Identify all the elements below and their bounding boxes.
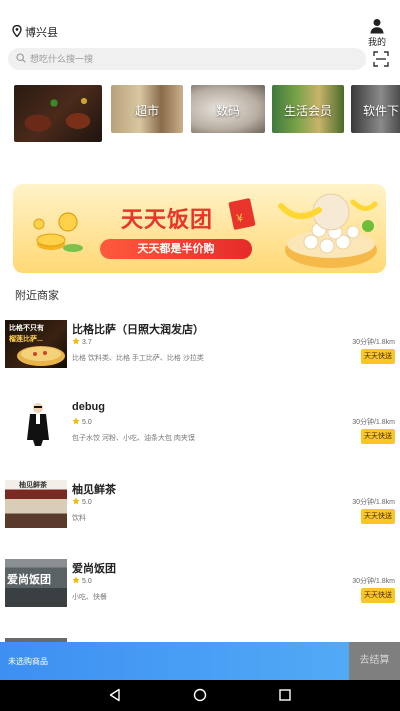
category-label: 生活会员 <box>283 104 332 118</box>
category-label: 软件下 <box>362 104 399 118</box>
mine-button[interactable]: 我的 <box>366 18 388 48</box>
promo-banner[interactable]: ¥ 天天饭团 天天都是半价购 <box>13 184 386 273</box>
search-input[interactable] <box>30 54 330 64</box>
top-bar: 博兴县 我的 <box>0 0 400 48</box>
merchant-tags: 包子水饺 河粉、小吃、油条大包 肉夹馍 <box>72 435 195 442</box>
mine-label: 我的 <box>367 37 386 47</box>
merchant-rating: 5.0 <box>72 576 92 586</box>
star-icon <box>72 576 80 586</box>
merchant-eta: 30分钟/1.8km <box>352 499 395 506</box>
merchant-name: 爱尚饭团 <box>72 563 116 575</box>
merchant-name: 柚见鲜茶 <box>72 484 116 496</box>
merchant-item[interactable]: 比格不只有 榴莲比萨... 比格比萨（日照大润发店） 3.7 比格 饮料类、比格… <box>0 320 400 382</box>
star-icon <box>72 417 80 427</box>
category-label: 超市 <box>134 104 159 118</box>
cart-status: 未选购商品 <box>8 657 48 666</box>
banner-subtitle: 天天都是半价购 <box>100 239 252 259</box>
scan-icon[interactable] <box>373 51 389 67</box>
recents-icon[interactable] <box>278 688 292 702</box>
merchant-tags: 小吃、快餐 <box>72 594 107 601</box>
merchant-rating: 5.0 <box>72 417 92 427</box>
merchant-tags: 比格 饮料类、比格 手工比萨、比格 沙拉类 <box>72 355 204 362</box>
search-icon <box>16 50 30 68</box>
merchant-name: 比格比萨（日照大润发店） <box>72 324 204 336</box>
search-bar[interactable] <box>8 48 366 70</box>
location-label: 博兴县 <box>25 27 58 39</box>
merchant-tags: 饮料 <box>72 515 86 522</box>
merchant-item[interactable]: debug 5.0 包子水饺 河粉、小吃、油条大包 肉夹馍 30分钟/1.8km… <box>0 400 400 462</box>
checkout-button[interactable]: 去结算 <box>349 642 400 680</box>
star-icon <box>72 497 80 507</box>
category-food[interactable] <box>14 85 102 142</box>
category-strip: 超市 数码 生活会员 软件下 <box>14 85 400 142</box>
merchant-thumbnail: 爱尚饭团 <box>5 559 67 607</box>
banner-title: 天天饭团 <box>121 207 214 232</box>
rating-value: 3.7 <box>82 338 92 346</box>
delivery-badge: 天天快送 <box>361 588 395 603</box>
section-title: 附近商家 <box>15 290 59 302</box>
merchant-eta: 30分钟/1.8km <box>352 578 395 585</box>
delivery-badge: 天天快送 <box>361 429 395 444</box>
location-selector[interactable]: 博兴县 <box>12 24 58 40</box>
merchant-item[interactable]: 柚见鲜茶 柚见鲜茶 5.0 饮料 30分钟/1.8km 天天快送 <box>0 480 400 542</box>
merchant-rating: 3.7 <box>72 337 92 347</box>
merchant-thumb-text: 爱尚饭团 <box>7 574 51 586</box>
back-icon[interactable] <box>108 688 122 702</box>
merchant-name: debug <box>72 401 105 413</box>
home-icon[interactable] <box>193 688 207 702</box>
category-life-membership[interactable]: 生活会员 <box>272 85 344 133</box>
merchant-thumbnail <box>5 400 67 448</box>
category-digital[interactable]: 数码 <box>191 85 265 133</box>
merchant-eta: 30分钟/1.8km <box>352 419 395 426</box>
cart-bar: 未选购商品 去结算 <box>0 642 400 680</box>
merchant-item[interactable]: 爱尚饭团 爱尚饭团 5.0 小吃、快餐 30分钟/1.8km 天天快送 <box>0 559 400 621</box>
rating-value: 5.0 <box>82 418 92 426</box>
user-icon <box>366 18 388 34</box>
rating-value: 5.0 <box>82 498 92 506</box>
category-software[interactable]: 软件下 <box>351 85 400 133</box>
location-pin-icon <box>12 24 22 40</box>
delivery-badge: 天天快送 <box>361 509 395 524</box>
merchant-thumbnail: 比格不只有 榴莲比萨... <box>5 320 67 368</box>
category-supermarket[interactable]: 超市 <box>111 85 183 133</box>
category-label: 数码 <box>215 104 240 118</box>
merchant-thumb-text: 柚见鲜茶 <box>19 482 47 489</box>
system-nav-bar <box>0 680 400 711</box>
cart-summary[interactable]: 未选购商品 <box>0 642 349 680</box>
merchant-thumbnail: 柚见鲜茶 <box>5 480 67 528</box>
merchant-rating: 5.0 <box>72 497 92 507</box>
merchant-eta: 30分钟/1.8km <box>352 339 395 346</box>
merchant-thumb-text: 榴莲比萨... <box>9 336 43 343</box>
rating-value: 5.0 <box>82 577 92 585</box>
merchant-thumb-text: 比格不只有 <box>9 325 44 332</box>
star-icon <box>72 337 80 347</box>
delivery-badge: 天天快送 <box>361 349 395 364</box>
